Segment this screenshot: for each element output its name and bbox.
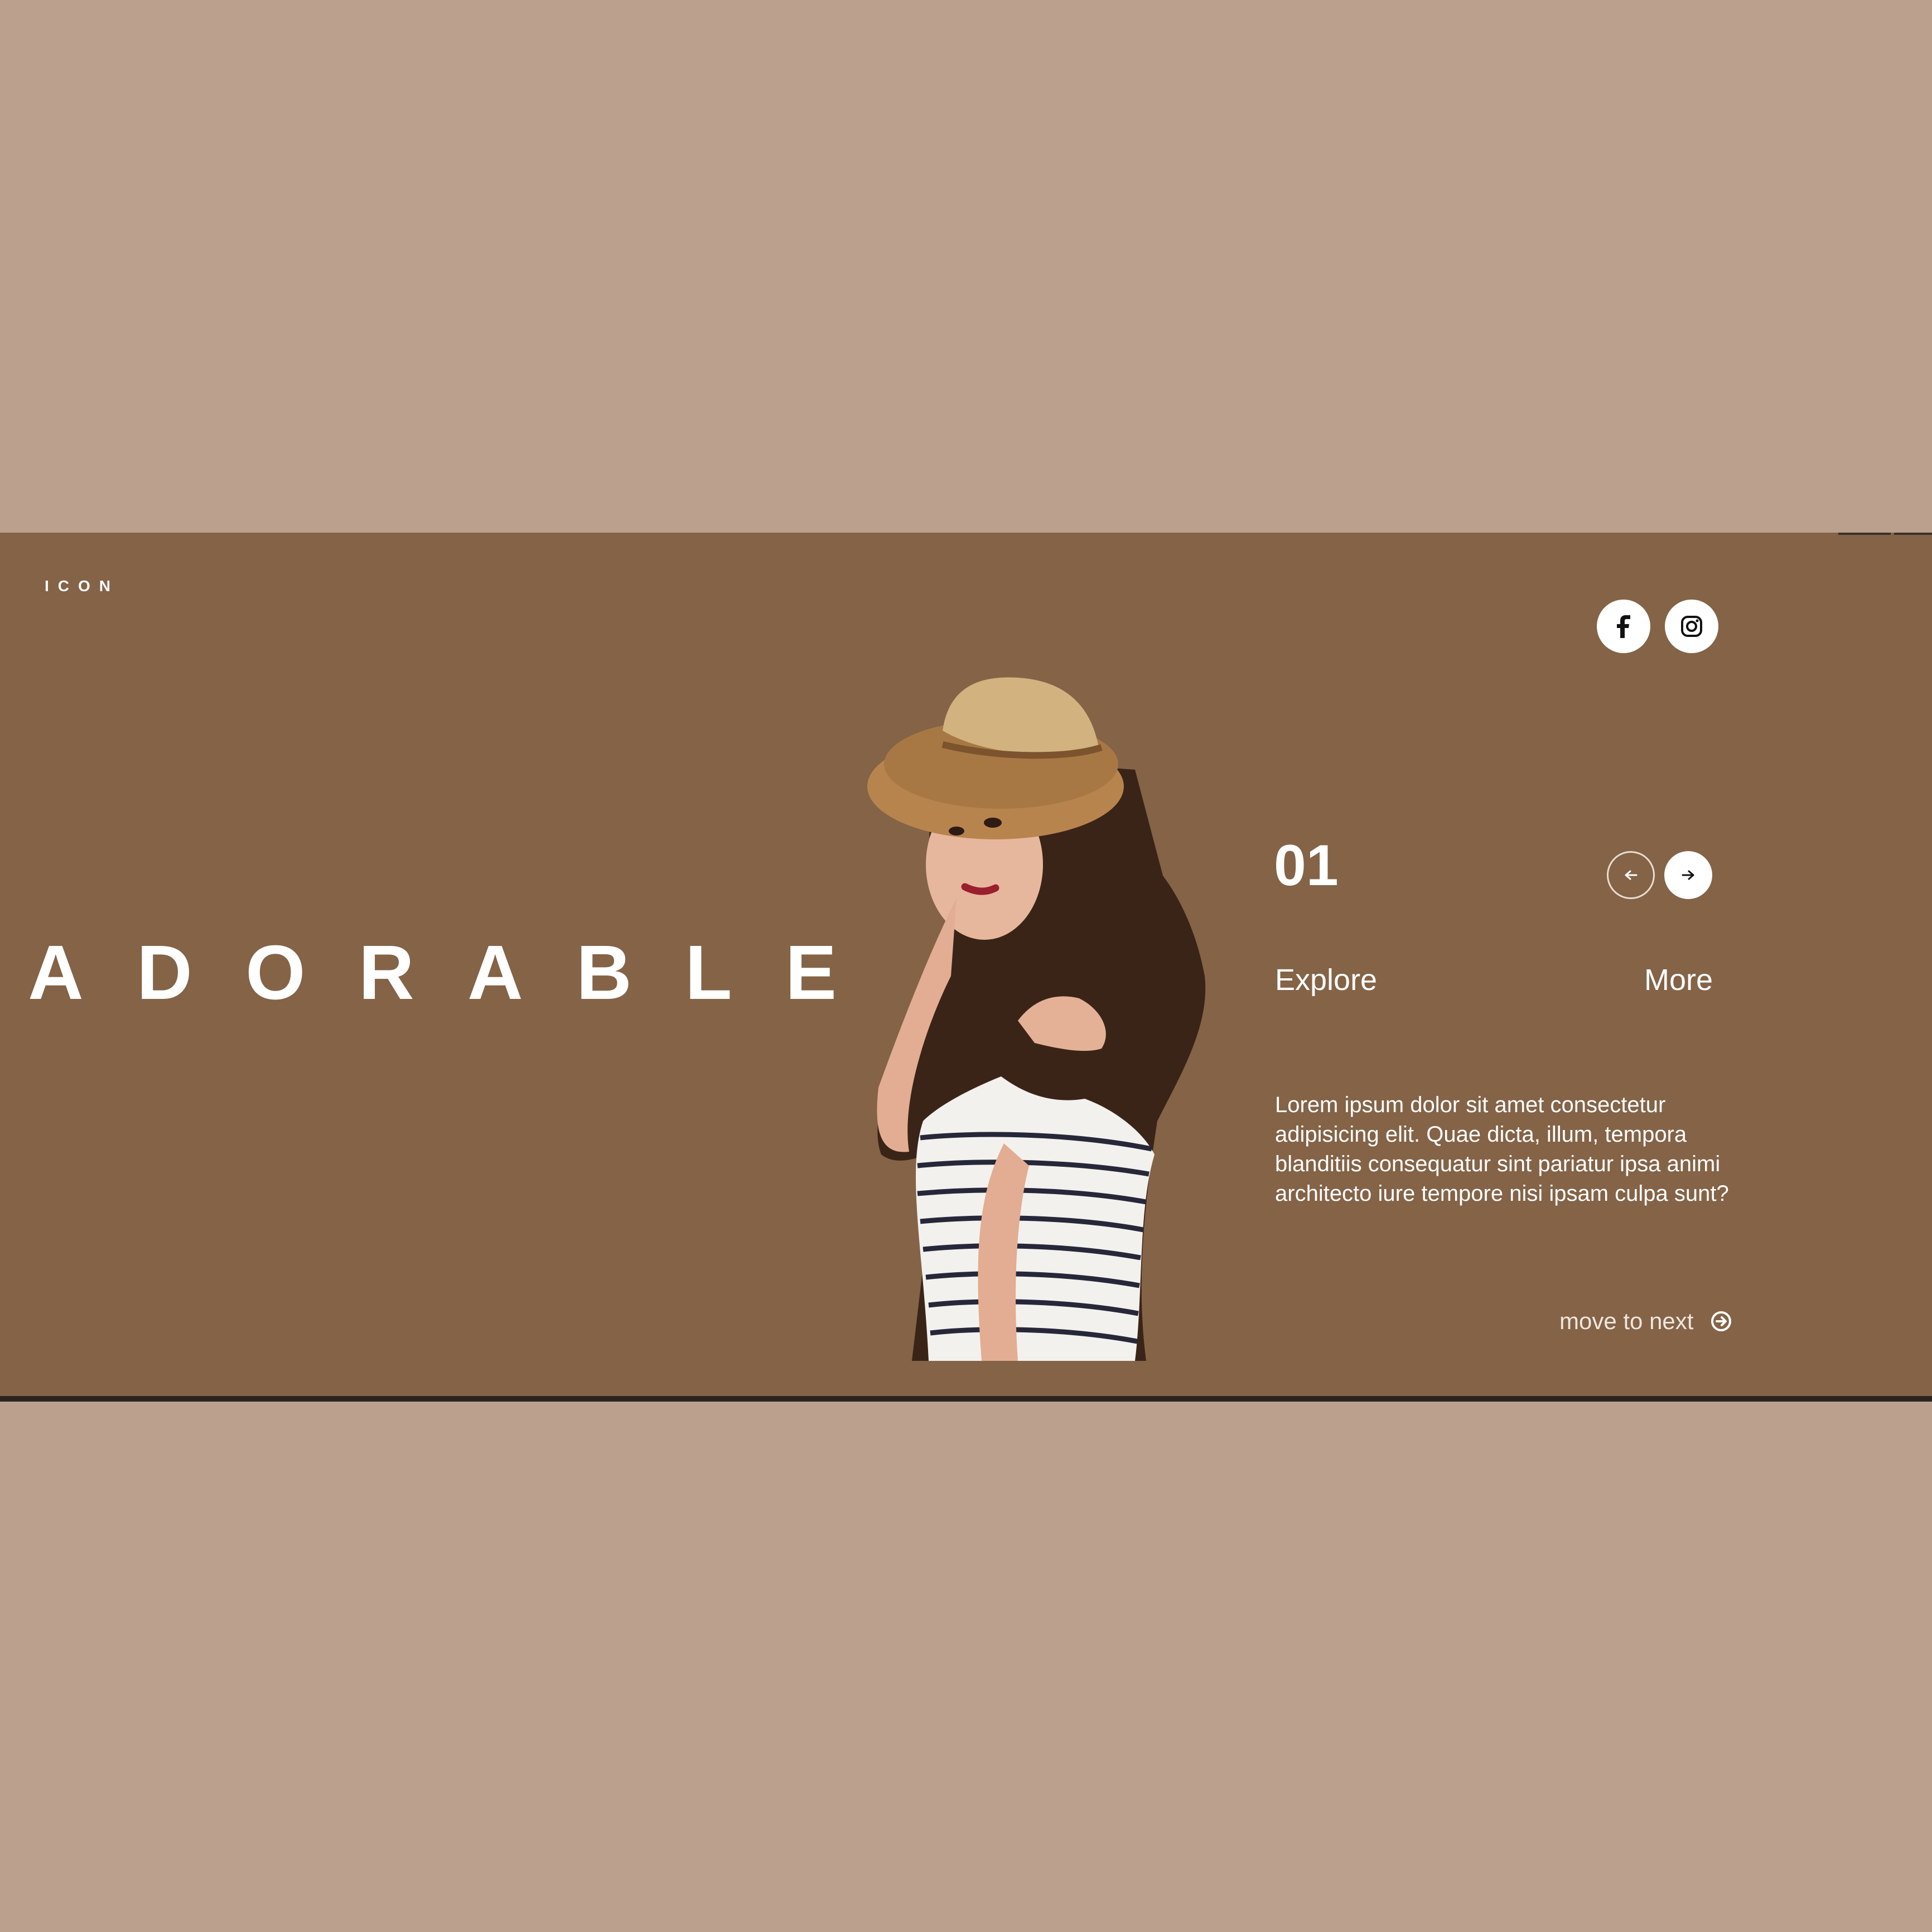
- arrow-left-icon: [1625, 870, 1638, 880]
- hero-title-letter: A: [467, 930, 523, 1016]
- move-to-next-label: move to next: [1559, 1308, 1694, 1334]
- previous-button[interactable]: [1607, 851, 1655, 899]
- model-photo: [867, 677, 1206, 1361]
- hero-title-letter: D: [137, 930, 192, 1016]
- hero-section: ICON A D O R A B L E 01 Explore More Lor…: [0, 533, 1932, 1402]
- instagram-button[interactable]: [1665, 600, 1718, 653]
- hero-title-letter: O: [245, 930, 306, 1016]
- explore-link[interactable]: Explore: [1275, 965, 1377, 995]
- arrow-circle-right-icon: [1711, 1311, 1732, 1331]
- slide-counter: 01: [1274, 833, 1339, 898]
- hero-title-letter: A: [28, 930, 84, 1016]
- hero-title: A D O R A B L E: [28, 934, 837, 1011]
- hero-title-letter: L: [685, 930, 732, 1016]
- arrow-right-icon: [1682, 870, 1694, 880]
- hero-description: Lorem ipsum dolor sit amet consectetur a…: [1275, 1093, 1729, 1206]
- more-link[interactable]: More: [1644, 965, 1713, 995]
- top-indicator: [1838, 533, 1891, 535]
- move-to-next-link[interactable]: move to next: [1559, 1308, 1732, 1335]
- facebook-icon: [1617, 615, 1630, 638]
- top-indicator: [1894, 533, 1932, 535]
- logo[interactable]: ICON: [45, 577, 119, 595]
- instagram-icon: [1681, 616, 1702, 637]
- facebook-button[interactable]: [1597, 600, 1650, 653]
- hero-title-letter: R: [358, 930, 414, 1016]
- hero-title-letter: E: [785, 930, 837, 1016]
- hero-title-letter: B: [576, 930, 632, 1016]
- next-button[interactable]: [1664, 851, 1712, 899]
